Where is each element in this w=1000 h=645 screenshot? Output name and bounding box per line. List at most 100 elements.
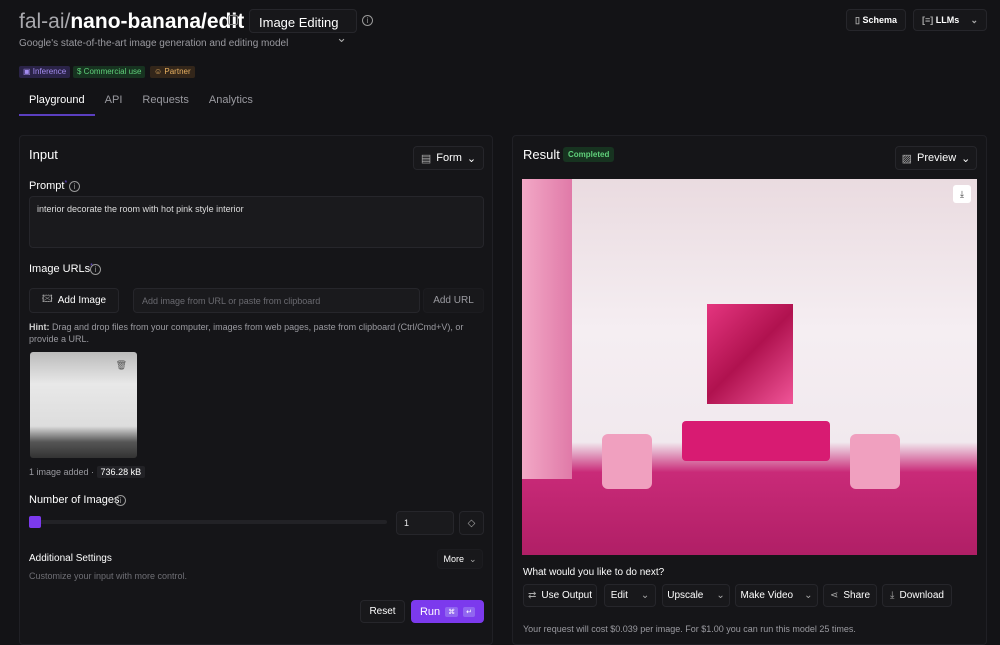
category-label: Image Editing <box>259 15 339 30</box>
edit-label: Edit <box>610 590 628 601</box>
chevron-down-icon[interactable]: ⌄ <box>641 590 649 601</box>
tab-analytics[interactable]: Analytics <box>199 90 263 116</box>
hint-body: Drag and drop files from your computer, … <box>29 322 464 344</box>
additional-settings-subtitle: Customize your input with more control. <box>29 571 188 581</box>
use-output-label: Use Output <box>541 590 592 601</box>
info-icon[interactable]: i <box>69 181 80 192</box>
slider-thumb[interactable] <box>29 516 41 528</box>
form-mode-dropdown[interactable]: ▤ Form ⌄ <box>413 146 484 170</box>
use-output-button[interactable]: ⇄ Use Output <box>523 584 597 607</box>
info-icon[interactable]: i <box>115 495 126 506</box>
image-urls-label: Image URLs* <box>29 263 93 275</box>
llms-label: LLMs <box>935 15 960 25</box>
subtitle: Google's state-of-the-art image generati… <box>19 38 289 49</box>
upscale-button[interactable]: Upscale ⌄ <box>662 584 730 607</box>
uploaded-image-thumbnail[interactable]: 🗑 <box>30 352 137 458</box>
edit-button[interactable]: Edit ⌄ <box>604 584 656 607</box>
swap-icon: ⇄ <box>528 590 537 601</box>
images-added-text: 1 image added <box>29 467 89 477</box>
badge-partner: ☺ Partner <box>150 66 195 78</box>
images-added-count: 1 image added · 736.28 kB <box>29 466 146 478</box>
chair <box>602 434 652 489</box>
share-label: Share <box>843 590 871 601</box>
make-video-label: Make Video <box>740 590 794 601</box>
more-button[interactable]: More ⌄ <box>437 549 483 569</box>
next-actions-label: What would you like to do next? <box>523 567 665 578</box>
chevron-down-icon: ⌄ <box>468 553 477 564</box>
required-marker: * <box>64 180 68 187</box>
chevron-down-icon[interactable]: ⌄ <box>804 590 812 601</box>
tab-playground[interactable]: Playground <box>19 90 95 116</box>
curtain <box>522 179 572 479</box>
file-size-badge: 736.28 kB <box>96 466 146 478</box>
info-icon[interactable]: i <box>90 264 101 275</box>
chevron-down-icon: ⌄ <box>336 30 347 45</box>
badge-inference: ▣ Inference <box>19 66 71 78</box>
layout-icon: ▤ <box>420 152 432 165</box>
download-icon[interactable]: ⤓ <box>953 185 971 203</box>
upscale-label: Upscale <box>667 590 704 601</box>
image-add-icon: 🖾 <box>41 294 53 305</box>
prompt-label: Prompt* <box>29 180 67 192</box>
info-icon[interactable]: i <box>362 15 373 26</box>
category-dropdown[interactable]: Image Editing ⌄ <box>249 9 357 45</box>
title-main: nano-banana/edit <box>70 10 245 33</box>
preview-dropdown[interactable]: ▨ Preview ⌄ <box>895 146 977 170</box>
title-prefix: fal-ai/ <box>19 10 71 33</box>
image-url-input[interactable]: Add image from URL or paste from clipboa… <box>133 288 420 313</box>
run-label: Run <box>419 605 441 618</box>
result-title: Result <box>523 147 560 162</box>
preview-label: Preview <box>917 152 957 164</box>
form-mode-label: Form <box>436 152 462 164</box>
tab-api[interactable]: API <box>95 90 133 116</box>
artwork <box>707 304 793 404</box>
file-icon: ▯ <box>855 15 860 25</box>
page-title: fal-ai/nano-banana/edit <box>19 10 244 34</box>
copy-icon[interactable] <box>228 15 238 25</box>
hint-bold: Hint: <box>29 322 50 332</box>
prompt-label-text: Prompt <box>29 180 65 192</box>
schema-button[interactable]: ▯ Schema <box>846 9 906 31</box>
run-button[interactable]: Run ⌘ ↵ <box>411 600 484 623</box>
share-icon: ⋖ <box>829 590 839 601</box>
image-icon: ▨ <box>901 152 913 165</box>
input-title: Input <box>29 147 58 162</box>
add-image-button[interactable]: 🖾 Add Image <box>29 288 119 313</box>
more-label: More <box>443 554 464 564</box>
share-button[interactable]: ⋖ Share <box>823 584 877 607</box>
result-image[interactable]: ⤓ <box>522 179 977 555</box>
make-video-button[interactable]: Make Video ⌄ <box>735 584 818 607</box>
download-icon: ⤓ <box>890 590 895 601</box>
chevron-down-icon[interactable]: ⌄ <box>716 590 724 601</box>
num-images-label: Number of Images <box>29 494 120 506</box>
add-image-label: Add Image <box>57 295 107 306</box>
image-urls-label-text: Image URLs <box>29 263 91 275</box>
download-label: Download <box>899 590 944 601</box>
llms-button[interactable]: [≡] LLMs ⌄ <box>913 9 987 31</box>
download-button[interactable]: ⤓ Download <box>882 584 952 607</box>
hint-text: Hint: Drag and drop files from your comp… <box>29 321 484 345</box>
badge-commercial: $ Commercial use <box>73 66 146 78</box>
badge-label: Inference <box>32 67 67 76</box>
chevron-down-icon: ⌄ <box>466 152 477 165</box>
tab-bar: Playground API Requests Analytics <box>19 90 263 116</box>
additional-settings-title: Additional Settings <box>29 553 112 564</box>
eraser-icon[interactable]: ◇ <box>459 511 484 535</box>
chevron-down-icon[interactable]: ⌄ <box>970 15 978 26</box>
add-url-button[interactable]: Add URL <box>423 288 484 313</box>
sofa <box>682 421 830 461</box>
schema-label: Schema <box>862 15 897 25</box>
prompt-textarea[interactable]: interior decorate the room with hot pink… <box>29 196 484 248</box>
tab-requests[interactable]: Requests <box>132 90 198 116</box>
badge-label: Commercial use <box>83 67 142 76</box>
cmd-key: ⌘ <box>445 606 459 617</box>
enter-key: ↵ <box>463 606 476 617</box>
num-images-slider[interactable] <box>34 520 387 524</box>
status-badge: Completed <box>563 147 615 162</box>
cost-note: Your request will cost $0.039 per image.… <box>523 624 856 634</box>
num-images-input[interactable]: 1 <box>396 511 454 535</box>
chair <box>850 434 900 489</box>
reset-button[interactable]: Reset <box>360 600 405 623</box>
chevron-down-icon: ⌄ <box>961 152 971 165</box>
trash-icon[interactable]: 🗑 <box>116 360 127 371</box>
